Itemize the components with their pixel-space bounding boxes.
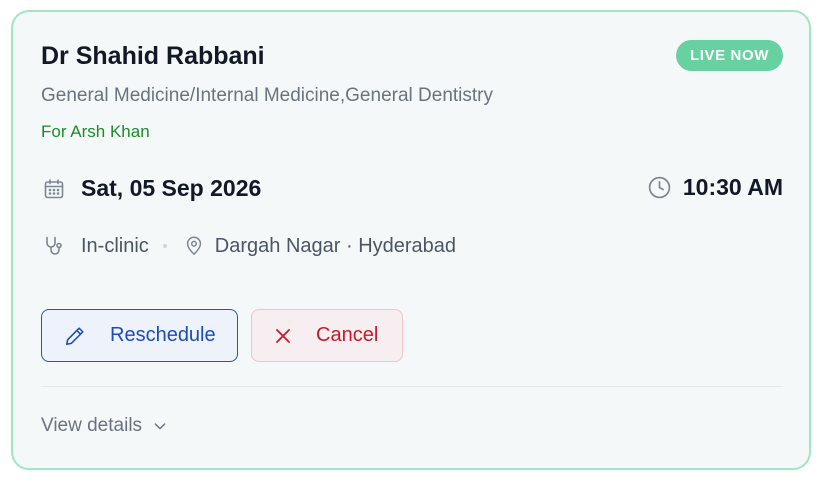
clinic-location: Dargah Nagar · Hyderabad (214, 234, 457, 257)
separator-dot (162, 244, 167, 248)
chevron-down-icon (152, 418, 168, 434)
reschedule-button[interactable]: Reschedule (41, 309, 238, 362)
calendar-icon (41, 176, 67, 202)
doctor-specialty: General Medicine/Internal Medicine,Gener… (41, 85, 493, 106)
stethoscope-icon (41, 233, 67, 259)
appointment-date: Sat, 05 Sep 2026 (41, 175, 261, 202)
clock-icon (647, 175, 673, 201)
visit-meta: In-clinic Dargah Nagar · Hyderabad (41, 233, 456, 259)
map-pin-icon (181, 233, 207, 259)
time-text: 10:30 AM (682, 174, 783, 200)
pencil-icon (64, 325, 86, 347)
appointment-card: Dr Shahid Rabbani LIVE NOW General Medic… (11, 10, 811, 470)
card-divider (41, 386, 783, 387)
visit-mode: In-clinic (81, 234, 149, 257)
cancel-button[interactable]: Cancel (251, 309, 403, 362)
close-icon (274, 327, 292, 345)
date-text: Sat, 05 Sep 2026 (81, 175, 262, 201)
view-details-label: View details (41, 415, 143, 436)
appointment-time: 10:30 AM (647, 174, 783, 201)
cancel-label: Cancel (316, 324, 379, 346)
view-details-toggle[interactable]: View details (41, 415, 168, 437)
live-status-badge: LIVE NOW (676, 40, 783, 71)
patient-name: For Arsh Khan (41, 122, 150, 141)
doctor-name: Dr Shahid Rabbani (41, 42, 265, 70)
reschedule-label: Reschedule (110, 324, 216, 346)
